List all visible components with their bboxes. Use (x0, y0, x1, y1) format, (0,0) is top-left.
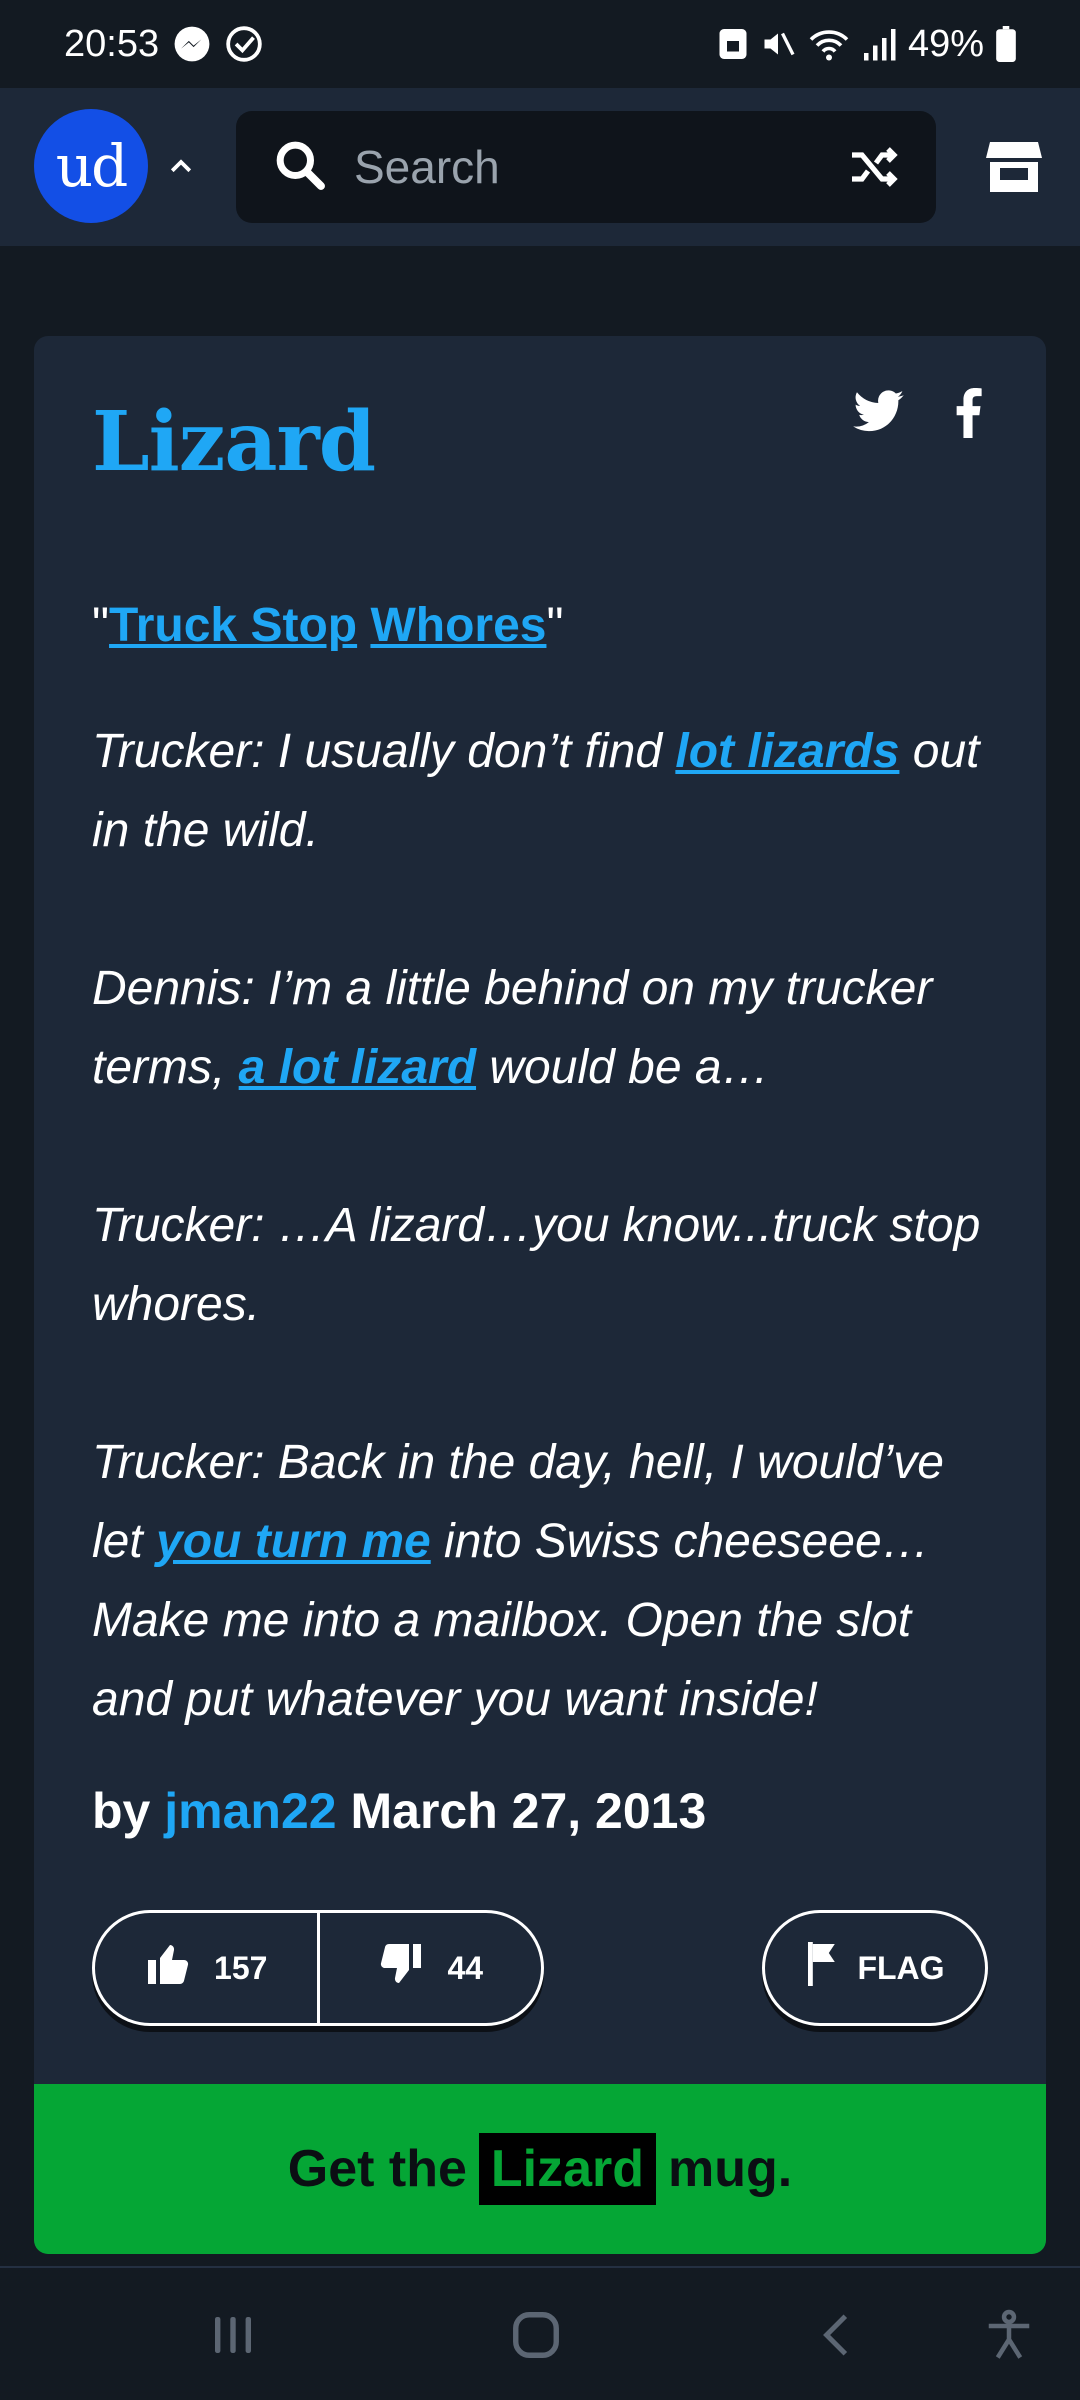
quote-close: " (546, 599, 564, 652)
example-link-you-turn-me[interactable]: you turn me (156, 1515, 431, 1568)
status-right: 49% (718, 23, 1016, 66)
definition-card: Lizard "Truck Stop Whores" Trucker: I us… (34, 336, 1046, 2254)
twitter-icon[interactable] (852, 388, 906, 441)
downvote-count: 44 (447, 1949, 484, 1986)
mug-word: Lizard (478, 2133, 657, 2205)
recent-apps-icon[interactable] (206, 2308, 260, 2367)
search-icon (272, 137, 328, 198)
example-paragraph: Dennis: I’m a little behind on my trucke… (92, 949, 992, 1107)
messenger-icon (173, 25, 211, 63)
shuffle-icon[interactable] (848, 143, 900, 196)
example-paragraph: Trucker: Back in the day, hell, I would’… (92, 1423, 992, 1739)
status-left: 20:53 (64, 23, 263, 66)
wifi-icon (808, 26, 850, 62)
post-date: March 27, 2013 (350, 1783, 707, 1839)
top-nav: ud (0, 88, 1080, 246)
vote-group: 157 44 (92, 1910, 544, 2026)
mute-icon (760, 26, 796, 62)
definition-link-truck-stop[interactable]: Truck Stop (109, 599, 357, 652)
upvote-button[interactable]: 157 (95, 1913, 317, 2023)
flag-icon (805, 1940, 839, 1996)
search-input[interactable] (354, 140, 814, 194)
home-icon[interactable] (508, 2308, 564, 2367)
word-title[interactable]: Lizard (92, 394, 376, 490)
byline: by jman22 March 27, 2013 (92, 1782, 706, 1840)
example-text-segment: would be a… (476, 1041, 770, 1094)
example-link-lot-lizards[interactable]: lot lizards (675, 725, 899, 778)
example-link-a-lot-lizard[interactable]: a lot lizard (239, 1041, 476, 1094)
status-bar: 20:53 49% (0, 0, 1080, 88)
urban-dictionary-logo[interactable]: ud (34, 109, 148, 223)
thumbs-up-icon (144, 1940, 192, 1996)
accessibility-icon[interactable] (982, 2308, 1036, 2367)
definition-link-whores[interactable]: Whores (370, 599, 546, 652)
thumbs-down-icon (377, 1940, 425, 1996)
facebook-icon[interactable] (954, 388, 982, 443)
signal-icon (862, 26, 896, 62)
search-box[interactable] (236, 111, 936, 223)
battery-percent: 49% (907, 22, 984, 65)
upvote-count: 157 (214, 1949, 268, 1986)
flag-label: FLAG (857, 1949, 945, 1986)
definition-text: "Truck Stop Whores" (92, 586, 992, 666)
by-label: by (92, 1783, 151, 1839)
system-nav-bar (0, 2266, 1080, 2400)
store-icon[interactable] (984, 138, 1044, 199)
battery-icon (996, 26, 1016, 62)
mug-promo-banner[interactable]: Get the Lizard mug. (34, 2084, 1046, 2254)
chevron-up-icon[interactable] (166, 152, 196, 187)
downvote-button[interactable]: 44 (320, 1913, 542, 2023)
example-paragraph: Trucker: I usually don’t find lot lizard… (92, 712, 992, 870)
example-text-segment: Trucker: …A lizard…you know...truck stop… (92, 1199, 981, 1331)
check-circle-icon (225, 25, 263, 63)
flag-button[interactable]: FLAG (762, 1910, 988, 2026)
screen-lock-icon (718, 26, 748, 62)
example-text: Trucker: I usually don’t find lot lizard… (92, 712, 992, 1739)
quote-open: " (92, 599, 110, 652)
back-icon[interactable] (812, 2308, 862, 2367)
status-time: 20:53 (64, 22, 160, 65)
example-text-segment: Trucker: I usually don’t find (92, 725, 676, 778)
example-paragraph: Trucker: …A lizard…you know...truck stop… (92, 1186, 992, 1344)
author-link[interactable]: jman22 (164, 1783, 336, 1839)
mug-prefix: Get the (287, 2140, 467, 2198)
definition-space (357, 599, 370, 652)
mug-suffix: mug. (668, 2140, 793, 2198)
